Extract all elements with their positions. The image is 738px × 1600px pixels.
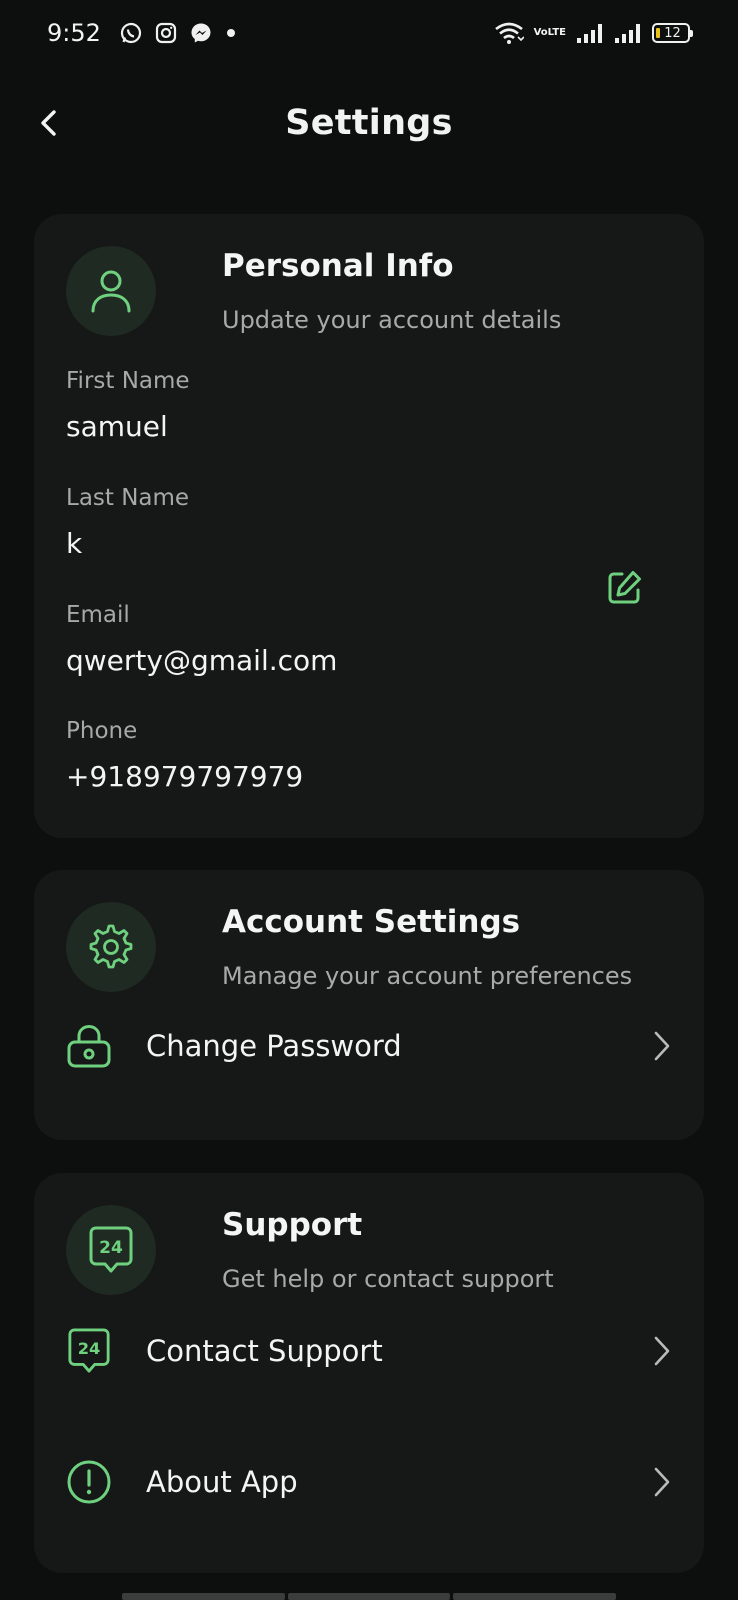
chevron-right-icon [646, 1466, 678, 1498]
support-title: Support [222, 1207, 363, 1243]
messenger-icon [189, 21, 213, 45]
info-icon [66, 1459, 112, 1505]
chevron-right-icon [646, 1335, 678, 1367]
battery-level: 12 [664, 25, 681, 41]
support-icon-circle: 24 [66, 1205, 156, 1295]
signal-icon-sim2 [614, 22, 642, 44]
first-name-field: First Name samuel [66, 368, 190, 443]
last-name-field: Last Name k [66, 485, 189, 560]
dot-icon [225, 27, 237, 39]
support-24-icon: 24 [89, 1226, 133, 1273]
first-name-value: samuel [66, 410, 168, 443]
chevron-left-icon [41, 110, 56, 136]
wifi-icon [494, 21, 524, 45]
volte-top: Vo [533, 27, 548, 38]
contact-support-label: Contact Support [146, 1334, 383, 1368]
support-card: 24 Support Get help or contact support 2… [34, 1173, 704, 1573]
gear-icon [89, 924, 133, 969]
account-settings-subtitle: Manage your account preferences [222, 962, 633, 990]
change-password-label: Change Password [146, 1029, 402, 1063]
support-header: 24 Support Get help or contact support [66, 1205, 554, 1295]
back-button[interactable] [30, 104, 68, 142]
phone-label: Phone [66, 718, 138, 744]
volte-icon: Vo LTE [534, 28, 566, 38]
status-time: 9:52 [47, 19, 101, 47]
app-header: Settings [0, 88, 738, 158]
support-subtitle: Get help or contact support [222, 1265, 554, 1293]
user-icon [91, 270, 131, 313]
gear-icon-circle [66, 902, 156, 992]
whatsapp-icon [119, 21, 143, 45]
email-field: Email qwerty@gmail.com [66, 602, 337, 677]
email-value: qwerty@gmail.com [66, 644, 338, 677]
chevron-right-icon [646, 1030, 678, 1062]
home-indicator-segment [453, 1593, 617, 1600]
signal-icon-sim1 [576, 22, 604, 44]
account-settings-header: Account Settings Manage your account pre… [66, 902, 632, 992]
account-settings-card: Account Settings Manage your account pre… [34, 870, 704, 1140]
volte-bottom: LTE [547, 27, 566, 38]
home-indicator-segment [122, 1593, 285, 1600]
last-name-label: Last Name [66, 485, 190, 511]
personal-info-title: Personal Info [222, 248, 454, 284]
contact-support-badge: 24 [78, 1339, 101, 1358]
edit-personal-info-button[interactable] [602, 566, 646, 610]
home-indicator-segment [287, 1593, 451, 1600]
personal-info-header: Personal Info Update your account detail… [66, 246, 561, 336]
personal-info-card: Personal Info Update your account detail… [34, 214, 704, 838]
home-indicator[interactable] [122, 1593, 617, 1600]
change-password-row[interactable]: Change Password [66, 1016, 686, 1076]
edit-icon [608, 571, 641, 604]
about-app-row[interactable]: About App [66, 1452, 686, 1512]
account-settings-title: Account Settings [222, 904, 521, 940]
status-bar: 9:52 Vo LTE 12 [0, 0, 738, 66]
phone-field: Phone +918979797979 [66, 718, 303, 793]
last-name-value: k [66, 527, 83, 560]
first-name-label: First Name [66, 368, 190, 394]
email-label: Email [66, 602, 130, 628]
instagram-icon [155, 22, 177, 44]
lock-icon [66, 1023, 112, 1069]
user-icon-circle [66, 246, 156, 336]
phone-value: +918979797979 [66, 760, 304, 793]
contact-support-row[interactable]: 24 Contact Support [66, 1321, 686, 1381]
about-app-label: About App [146, 1465, 298, 1499]
support-header-badge: 24 [99, 1238, 123, 1258]
personal-info-subtitle: Update your account details [222, 306, 562, 334]
support-24-icon: 24 [66, 1328, 112, 1374]
battery-icon: 12 [652, 23, 693, 43]
page-title: Settings [285, 103, 453, 143]
